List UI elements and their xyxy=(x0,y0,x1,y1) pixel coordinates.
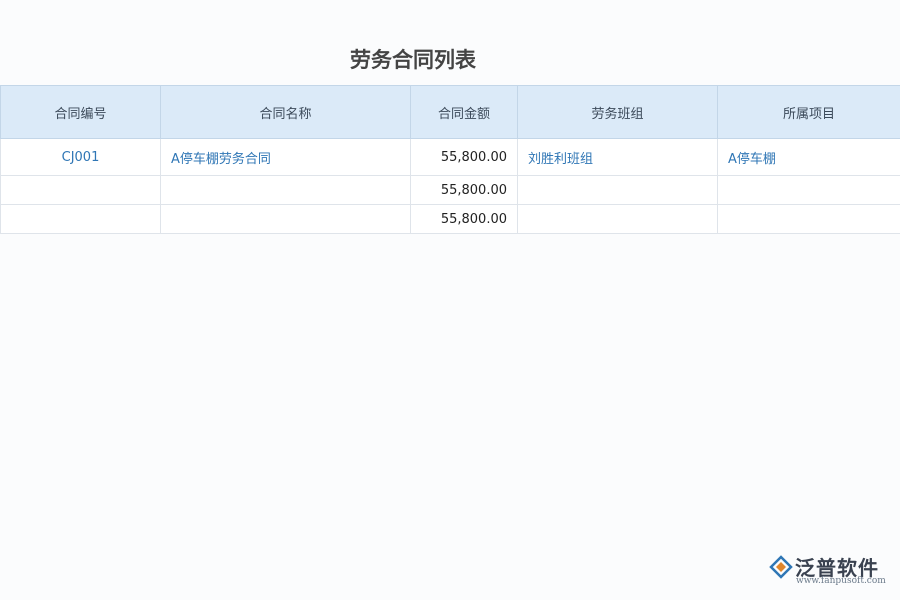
contract-amount-cell: 55,800.00 xyxy=(411,139,518,176)
contract-code-cell xyxy=(1,176,161,205)
column-header-labor-team[interactable]: 劳务班组 xyxy=(518,86,718,139)
brand-url: www.fanpusoft.com xyxy=(796,576,886,586)
column-header-contract-name[interactable]: 合同名称 xyxy=(161,86,411,139)
labor-team-cell xyxy=(518,205,718,234)
table-row[interactable]: 55,800.00 xyxy=(1,176,900,205)
contract-code-cell xyxy=(1,205,161,234)
page-title: 劳务合同列表 xyxy=(0,44,826,74)
brand-watermark: 泛普软件 www.fanpusoft.com xyxy=(768,552,890,586)
contract-table: 合同编号 合同名称 合同金额 劳务班组 所属项目 CJ001 A停车棚劳务合同 … xyxy=(0,85,900,234)
contract-name-cell[interactable]: A停车棚劳务合同 xyxy=(161,139,411,176)
project-cell xyxy=(718,205,900,234)
contract-amount-cell: 55,800.00 xyxy=(411,176,518,205)
contract-amount-cell: 55,800.00 xyxy=(411,205,518,234)
column-header-contract-amount[interactable]: 合同金额 xyxy=(411,86,518,139)
column-header-contract-code[interactable]: 合同编号 xyxy=(1,86,161,139)
fanpu-logo-icon xyxy=(768,554,794,580)
contract-code-cell[interactable]: CJ001 xyxy=(1,139,161,176)
labor-team-cell[interactable]: 刘胜利班组 xyxy=(518,139,718,176)
contract-name-cell xyxy=(161,205,411,234)
table-row[interactable]: CJ001 A停车棚劳务合同 55,800.00 刘胜利班组 A停车棚 xyxy=(1,139,900,176)
table-header-row: 合同编号 合同名称 合同金额 劳务班组 所属项目 xyxy=(1,86,900,139)
table-row[interactable]: 55,800.00 xyxy=(1,205,900,234)
project-cell xyxy=(718,176,900,205)
project-cell[interactable]: A停车棚 xyxy=(718,139,900,176)
labor-team-cell xyxy=(518,176,718,205)
contract-name-cell xyxy=(161,176,411,205)
column-header-project[interactable]: 所属项目 xyxy=(718,86,900,139)
